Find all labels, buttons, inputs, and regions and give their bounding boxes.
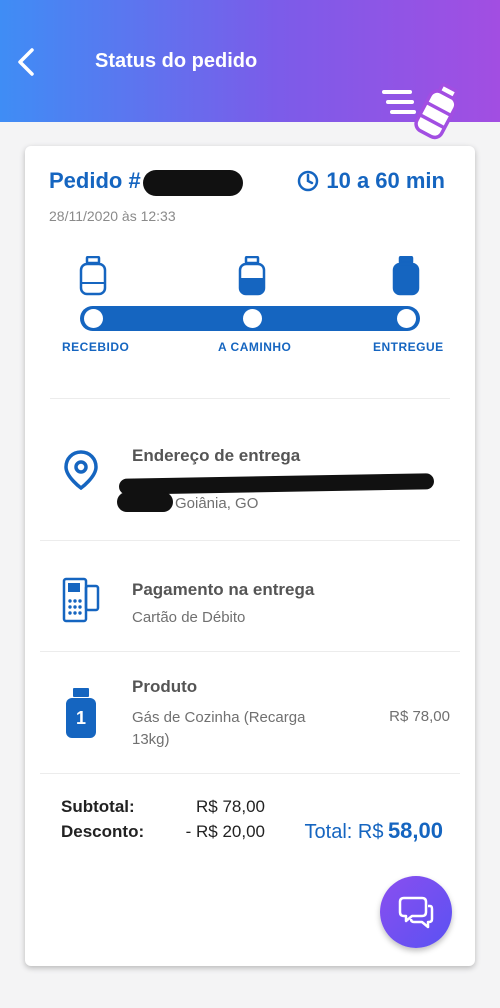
payment-title: Pagamento na entrega	[132, 580, 315, 599]
step-dot-on-the-way	[243, 309, 262, 328]
divider	[40, 651, 460, 652]
step-dot-delivered	[397, 309, 416, 328]
order-card: Pedido # 10 a 60 min 28/11/2020 às 12:33…	[25, 146, 475, 966]
product-price: R$ 78,00	[389, 708, 450, 725]
address-title: Endereço de entrega	[132, 446, 301, 465]
divider	[50, 398, 450, 399]
redaction-mark	[143, 170, 243, 196]
eta: 10 a 60 min	[297, 168, 445, 194]
cylinder-full-icon	[392, 256, 420, 296]
step-label-on-the-way: A CAMINHO	[218, 340, 292, 354]
product-name-line2: 13kg)	[132, 731, 170, 748]
step-label-received: RECEBIDO	[62, 340, 130, 354]
total-value: 58,00	[387, 818, 443, 843]
discount-value: - R$ 20,00	[185, 822, 265, 841]
redaction-mark	[117, 492, 173, 512]
payment-method: Cartão de Débito	[132, 609, 246, 626]
back-button[interactable]	[10, 44, 46, 80]
chevron-left-icon	[18, 48, 34, 76]
divider	[40, 773, 460, 774]
step-label-delivered: ENTREGUE	[373, 340, 444, 354]
chat-button[interactable]	[380, 876, 452, 948]
product-title: Produto	[132, 677, 198, 696]
address-city: Goiânia, GO	[175, 495, 259, 512]
discount-label: Desconto:	[61, 822, 145, 841]
cylinder-half-icon	[238, 256, 266, 296]
divider	[40, 540, 460, 541]
eta-text: 10 a 60 min	[326, 168, 445, 193]
step-dot-received	[84, 309, 103, 328]
card-machine-icon	[62, 577, 100, 623]
gas-cylinder-delivery-icon	[382, 82, 459, 140]
order-total: Total: R$ 58,00	[305, 818, 443, 844]
location-pin-icon	[64, 450, 98, 490]
chat-bubbles-icon	[398, 896, 434, 929]
product-name-line1: Gás de Cozinha (Recarga	[132, 709, 306, 726]
subtotal-value: R$ 78,00	[196, 797, 265, 816]
cylinder-empty-icon	[79, 256, 107, 296]
clock-icon	[298, 170, 319, 192]
order-number: Pedido #	[49, 168, 141, 193]
product-quantity: 1	[75, 708, 86, 728]
page-title: Status do pedido	[95, 50, 258, 72]
order-date: 28/11/2020 às 12:33	[49, 208, 176, 224]
total-label: Total: R$	[304, 821, 384, 843]
subtotal-label: Subtotal:	[61, 797, 135, 816]
